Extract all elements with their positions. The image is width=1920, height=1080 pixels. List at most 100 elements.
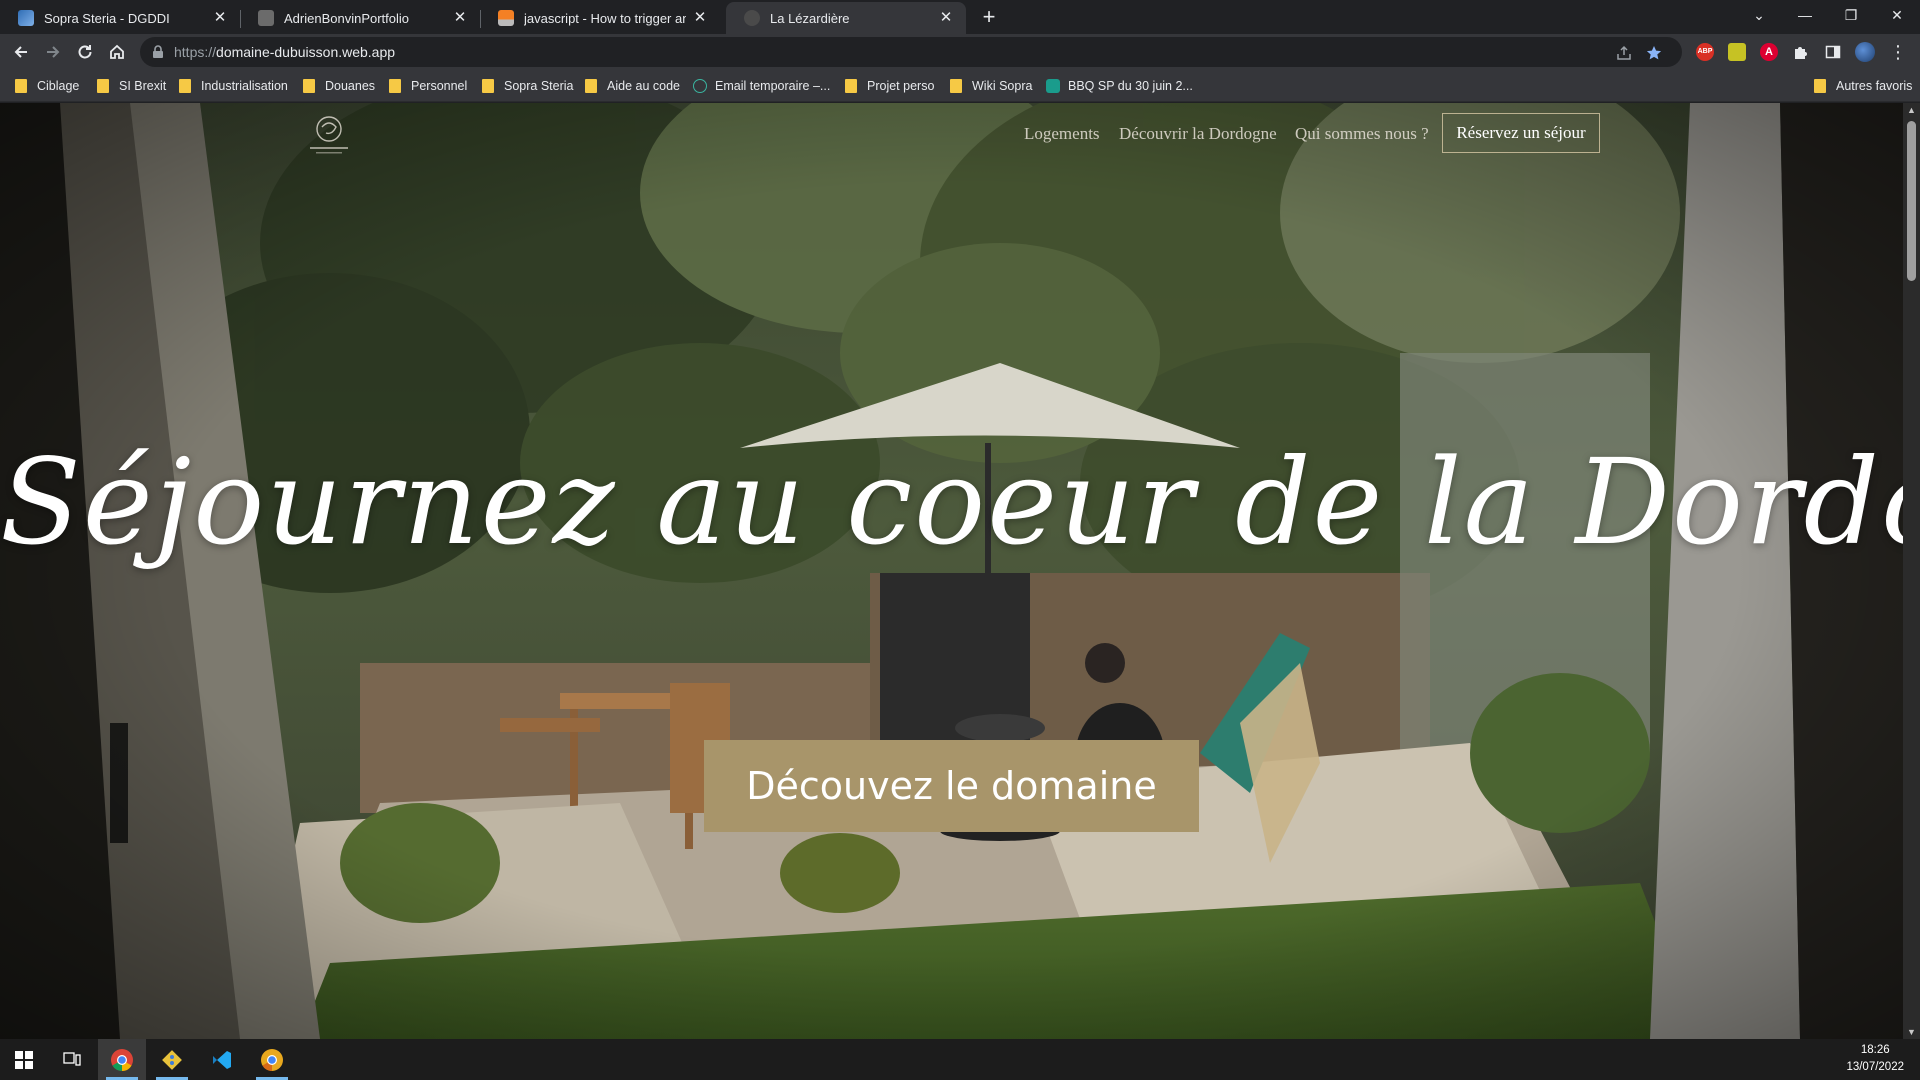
bookmark-industrialisation[interactable]: Industrialisation — [179, 77, 288, 95]
nav-link-qui-sommes-nous[interactable]: Qui sommes nous ? — [1295, 124, 1429, 144]
forward-icon — [47, 46, 60, 58]
scroll-down-icon[interactable]: ▼ — [1903, 1025, 1920, 1039]
close-window-button[interactable]: ✕ — [1874, 0, 1920, 30]
url-host: domaine-dubuisson.web.app — [216, 44, 396, 60]
folder-icon — [482, 79, 494, 93]
book-stay-button[interactable]: Réservez un séjour — [1442, 113, 1600, 153]
bookmark-douanes[interactable]: Douanes — [303, 77, 375, 95]
tab-la-lezardiere[interactable]: La Lézardière ✕ — [726, 2, 966, 34]
minimize-button[interactable]: — — [1782, 0, 1828, 30]
angular-extension-icon[interactable]: A — [1760, 43, 1778, 61]
back-icon — [14, 46, 27, 58]
bookmark-aide-au-code[interactable]: Aide au code — [585, 77, 680, 95]
bookmark-wiki-sopra[interactable]: Wiki Sopra — [950, 77, 1032, 95]
tab-title: La Lézardière — [770, 10, 850, 26]
chrome-icon — [111, 1048, 133, 1071]
abp-extension-icon[interactable]: ABP — [1696, 43, 1714, 61]
bookmark-other-favorites[interactable]: Autres favoris — [1814, 77, 1912, 95]
discover-domain-button[interactable]: Découvez le domaine — [704, 740, 1199, 832]
taskbar-chrome-canary[interactable] — [248, 1039, 296, 1080]
bookmark-sopra-steria[interactable]: Sopra Steria — [482, 77, 573, 95]
lock-icon[interactable] — [152, 45, 164, 59]
reload-button[interactable] — [71, 38, 99, 66]
extension-icon[interactable] — [1728, 43, 1746, 61]
address-bar[interactable]: https://domaine-dubuisson.web.app — [140, 37, 1682, 67]
close-icon[interactable]: ✕ — [212, 10, 228, 26]
task-view-button[interactable] — [48, 1039, 96, 1080]
folder-icon — [97, 79, 109, 93]
lizard-favicon-icon — [744, 10, 760, 26]
stackoverflow-favicon-icon — [498, 10, 514, 26]
restore-icon: ❐ — [1844, 7, 1858, 23]
tab-search-button[interactable]: ⌄ — [1736, 0, 1782, 30]
folder-icon — [15, 79, 27, 93]
nav-link-decouvrir-dordogne[interactable]: Découvrir la Dordogne — [1119, 124, 1277, 144]
back-button[interactable] — [7, 38, 35, 66]
forward-button[interactable] — [39, 38, 67, 66]
chevron-down-icon: ⌄ — [1753, 7, 1765, 23]
nav-link-logements[interactable]: Logements — [1024, 124, 1100, 144]
bookmarks-bar: Ciblage SI Brexit Industrialisation Doua… — [0, 70, 1920, 102]
lizard-logo-icon[interactable] — [302, 111, 356, 157]
profile-button[interactable] — [1851, 38, 1879, 66]
side-panel-button[interactable] — [1819, 38, 1847, 66]
browser-toolbar: https://domaine-dubuisson.web.app ABP A … — [0, 34, 1920, 70]
start-button[interactable] — [0, 1039, 48, 1080]
home-button[interactable] — [103, 38, 131, 66]
vscode-icon — [213, 1050, 231, 1069]
bookmark-email-temporaire[interactable]: Email temporaire –... — [693, 77, 830, 95]
url-scheme: https:// — [174, 44, 217, 60]
restore-button[interactable]: ❐ — [1828, 0, 1874, 30]
folder-icon — [950, 79, 962, 93]
portfolio-favicon-icon — [258, 10, 274, 26]
puzzle-icon — [1795, 47, 1807, 59]
close-icon[interactable]: ✕ — [692, 10, 708, 26]
taskbar-vscode[interactable] — [198, 1039, 246, 1080]
tab-sopra-steria[interactable]: Sopra Steria - DGDDI ✕ — [0, 2, 240, 34]
tab-title: AdrienBonvinPortfolio — [284, 10, 410, 26]
tab-stackoverflow[interactable]: javascript - How to trigger anima ✕ — [480, 2, 720, 34]
share-icon[interactable] — [1616, 45, 1632, 61]
bookmark-personnel[interactable]: Personnel — [389, 77, 467, 95]
tab-portfolio[interactable]: AdrienBonvinPortfolio ✕ — [240, 2, 480, 34]
close-icon[interactable]: ✕ — [452, 10, 468, 26]
system-clock[interactable]: 18:26 13/07/2022 — [1846, 1042, 1904, 1076]
tab-title: javascript - How to trigger anima — [524, 10, 686, 26]
tab-strip: Sopra Steria - DGDDI ✕ AdrienBonvinPortf… — [0, 0, 1920, 34]
plus-icon: + — [982, 4, 996, 29]
clock-time: 18:26 — [1860, 1044, 1890, 1056]
bookmark-bbq-sp[interactable]: BBQ SP du 30 juin 2... — [1046, 77, 1193, 95]
scroll-thumb[interactable] — [1907, 121, 1916, 281]
git-icon — [162, 1049, 182, 1070]
taskbar-chrome[interactable] — [98, 1039, 146, 1080]
close-icon[interactable]: ✕ — [938, 10, 954, 26]
windows-taskbar: 18:26 13/07/2022 — [0, 1039, 1920, 1080]
menu-button[interactable]: ⋮ — [1884, 38, 1912, 66]
folder-icon — [1814, 79, 1826, 93]
bookmark-ciblage[interactable]: Ciblage — [15, 77, 79, 95]
chrome-canary-icon — [261, 1048, 283, 1071]
scroll-up-icon[interactable]: ▲ — [1903, 103, 1920, 117]
bookmark-si-brexit[interactable]: SI Brexit — [97, 77, 166, 95]
sheets-icon — [1046, 79, 1060, 93]
bookmark-projet-perso[interactable]: Projet perso — [845, 77, 934, 95]
folder-icon — [303, 79, 315, 93]
minimize-icon: — — [1798, 7, 1812, 23]
hero-background-image — [0, 103, 1903, 1039]
sopra-steria-favicon-icon — [18, 10, 34, 26]
reload-icon — [78, 45, 92, 59]
extensions-button[interactable] — [1787, 38, 1815, 66]
star-icon[interactable] — [1646, 45, 1662, 61]
hero-title: Séjournez au coeur de la Dordogne — [0, 433, 1903, 571]
folder-icon — [179, 79, 191, 93]
folder-icon — [585, 79, 597, 93]
tab-title: Sopra Steria - DGDDI — [44, 10, 170, 26]
page-viewport: Logements Découvrir la Dordogne Qui somm… — [0, 103, 1903, 1039]
sidepanel-icon — [1825, 45, 1841, 59]
taskbar-git[interactable] — [148, 1039, 196, 1080]
email-temp-icon — [693, 79, 707, 93]
profile-icon — [1855, 42, 1875, 62]
new-tab-button[interactable]: + — [976, 5, 1002, 31]
site-navbar: Logements Découvrir la Dordogne Qui somm… — [0, 103, 1903, 183]
page-scrollbar[interactable]: ▲ ▼ — [1903, 103, 1920, 1039]
